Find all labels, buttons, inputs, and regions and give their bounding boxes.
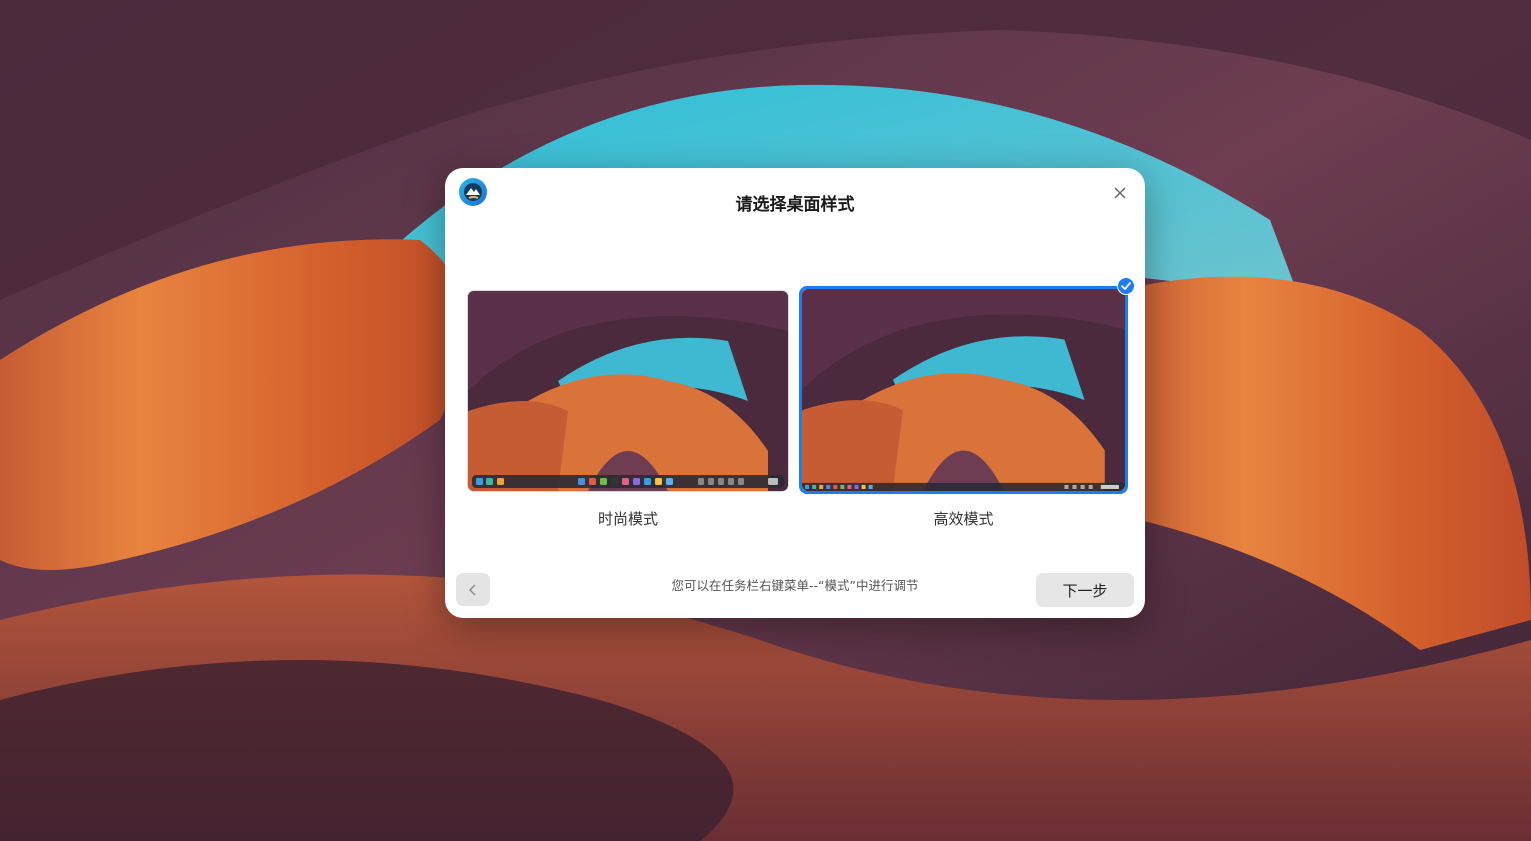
efficient-mode-preview xyxy=(799,277,1135,494)
fashion-preview-image xyxy=(468,291,788,491)
option-efficient-mode[interactable]: 高效模式 xyxy=(799,277,1135,529)
close-button[interactable] xyxy=(1107,180,1133,206)
dialog-title: 请选择桌面样式 xyxy=(735,195,855,215)
next-button[interactable]: 下一步 xyxy=(1036,573,1134,607)
option-fashion-mode[interactable]: 时尚模式 xyxy=(466,289,790,529)
fashion-mode-preview xyxy=(468,291,788,491)
fashion-mode-label: 时尚模式 xyxy=(597,510,658,528)
efficient-preview-image xyxy=(802,289,1125,491)
efficient-mode-label: 高效模式 xyxy=(933,510,994,528)
close-icon xyxy=(1114,187,1126,199)
selected-check-icon xyxy=(1117,277,1135,295)
desktop-style-dialog: 请选择桌面样式 时尚模式 高效模式 您可以在任务栏右键菜单--“模式”中进行调节… xyxy=(445,168,1145,618)
